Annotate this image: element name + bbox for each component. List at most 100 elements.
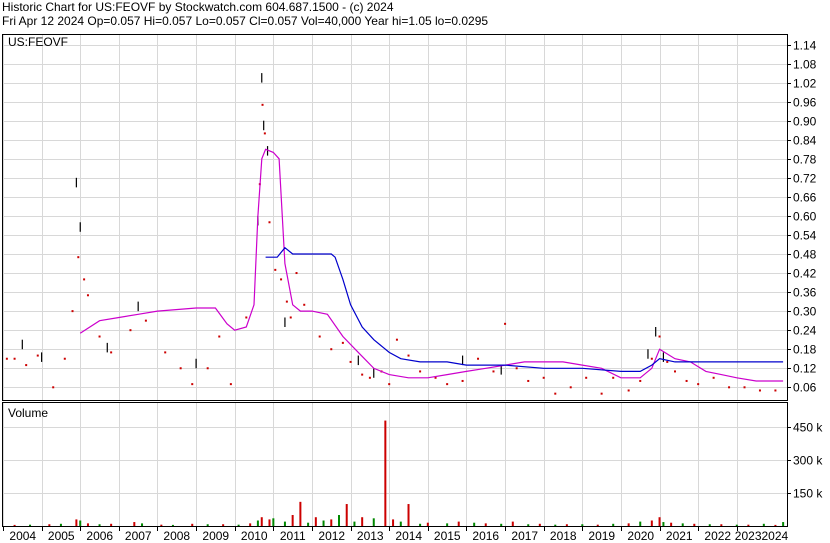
volume-bar: [222, 524, 225, 526]
close-price-dot: [71, 310, 74, 313]
x-tick-label: 2018: [550, 529, 577, 543]
close-price-dot: [492, 370, 495, 373]
volume-bar: [662, 522, 665, 526]
volume-bar: [249, 523, 252, 526]
volume-bar: [473, 522, 476, 526]
volume-bar: [650, 520, 653, 526]
volume-bar: [446, 523, 449, 526]
close-price-dot: [542, 376, 545, 379]
x-tick-label: 2017: [511, 529, 538, 543]
volume-bar: [670, 522, 673, 526]
close-price-dot: [461, 379, 464, 382]
volume-bar: [612, 523, 615, 526]
x-tick-label: 2007: [125, 529, 152, 543]
volume-bar: [554, 524, 557, 526]
volume-bar: [774, 524, 777, 526]
close-price-dot: [758, 389, 761, 392]
close-price-dot: [295, 272, 298, 275]
volume-bar: [782, 522, 785, 526]
close-price-dot: [712, 376, 715, 379]
volume-bar: [484, 523, 487, 526]
close-price-dot: [13, 357, 16, 360]
close-price-dot: [627, 389, 630, 392]
gridlines: [3, 35, 791, 531]
close-price-dot: [446, 383, 449, 386]
x-tick-label: 2019: [588, 529, 615, 543]
close-price-dot: [685, 379, 688, 382]
volume-bar: [79, 520, 82, 526]
close-price-dot: [191, 383, 194, 386]
price-y-tick-label: 0.36: [793, 286, 817, 300]
x-tick-label: 2013: [357, 529, 384, 543]
x-axis-labels: 2004 2005 2006 2007 2008 2009 2010 2011 2012 2013…: [9, 529, 788, 543]
close-price-dot: [368, 376, 371, 379]
close-price-dot: [585, 376, 588, 379]
volume-bar: [457, 521, 460, 526]
volume-y-tick-label: 450 k: [793, 421, 823, 435]
price-y-tick-label: 0.66: [793, 191, 817, 205]
price-y-tick-label: 0.90: [793, 115, 817, 129]
close-price-dot: [263, 132, 266, 135]
volume-bar: [596, 524, 599, 526]
close-price-dot: [164, 351, 167, 354]
price-y-tick-label: 0.24: [793, 324, 817, 338]
volume-bar: [658, 517, 661, 526]
volume-bar: [511, 521, 514, 526]
close-price-dot: [600, 392, 603, 395]
x-tick-label: 2005: [48, 529, 75, 543]
volume-bar: [384, 420, 387, 526]
close-price-dot: [666, 360, 669, 363]
price-y-tick-label: 1.02: [793, 77, 817, 91]
close-price-dot: [303, 303, 306, 306]
close-price-dot: [36, 354, 39, 357]
price-y-tick-label: 0.30: [793, 305, 817, 319]
x-tick-label: 2004: [9, 529, 36, 543]
close-price-dot: [743, 386, 746, 389]
close-price-dot: [349, 360, 352, 363]
price-y-tick-label: 0.12: [793, 362, 817, 376]
price-y-tick-label: 0.60: [793, 210, 817, 224]
volume-bar: [160, 524, 163, 526]
close-price-dot: [229, 383, 232, 386]
volume-bar: [399, 521, 402, 526]
close-price-dot: [83, 278, 86, 281]
volume-bar: [353, 521, 356, 526]
volume-bar: [237, 524, 240, 526]
volume-bar: [256, 520, 259, 526]
volume-bar: [322, 520, 325, 526]
price-pane-frame: [2, 34, 788, 401]
price-pane-label: US:FEOVF: [8, 35, 68, 49]
volume-bar: [693, 523, 696, 526]
close-price-dot: [477, 357, 480, 360]
volume-bar: [639, 521, 642, 526]
close-price-dot: [98, 335, 101, 338]
close-price-dot: [569, 386, 572, 389]
volume-bar: [581, 524, 584, 526]
volume-y-tick-label: 150 k: [793, 487, 823, 501]
volume-bar: [565, 524, 568, 526]
volume-bar: [426, 522, 429, 526]
close-price-dot: [86, 294, 89, 297]
close-price-dot: [289, 316, 292, 319]
volume-bar: [260, 517, 263, 526]
x-tick-label: 2021: [666, 529, 693, 543]
x-tick-label: 2022: [704, 529, 731, 543]
price-y-tick-label: 0.96: [793, 96, 817, 110]
close-price-dot: [330, 348, 333, 351]
x-tick-label: 2020: [627, 529, 654, 543]
close-price-dot: [341, 341, 344, 344]
x-tick-label: 2006: [86, 529, 113, 543]
price-y-tick-label: 0.18: [793, 343, 817, 357]
close-price-dot: [285, 300, 288, 303]
close-price-dot: [318, 335, 321, 338]
y-axis-labels: 1.14 1.08 1.02 0.96 0.90 0.84 0.78 0.72 0.66 0.60…: [793, 39, 823, 501]
price-y-tick-label: 1.08: [793, 58, 817, 72]
volume-bar: [314, 517, 317, 526]
volume-bar: [708, 524, 711, 526]
price-y-tick-label: 0.42: [793, 267, 817, 281]
close-price-dot: [515, 367, 518, 370]
price-y-tick-label: 0.06: [793, 381, 817, 395]
volume-bar: [283, 521, 286, 526]
volume-bar: [720, 524, 723, 526]
volume-bar: [392, 519, 395, 526]
